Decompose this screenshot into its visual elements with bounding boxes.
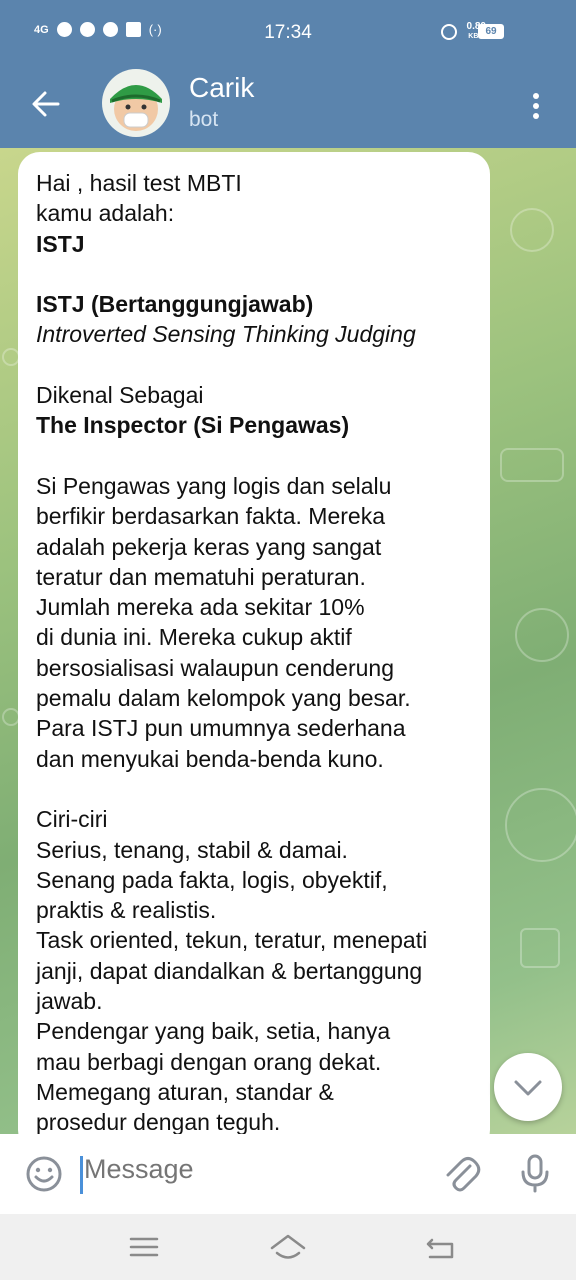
emoji-icon[interactable] [24, 1154, 64, 1194]
chat-title[interactable]: Carik [189, 72, 254, 104]
trait-item: Senang pada fakta, logis, obyektif, prak… [36, 866, 388, 924]
background-doodle [505, 788, 576, 862]
chevron-down-icon [514, 1080, 542, 1096]
known-as-value: The Inspector (Si Pengawas) [36, 412, 350, 439]
attach-icon[interactable] [440, 1152, 482, 1194]
message-bubble: Hai , hasil test MBTI kamu adalah: ISTJ … [18, 152, 490, 1152]
back-arrow-icon[interactable] [28, 86, 64, 122]
text-cursor [80, 1156, 83, 1194]
mbti-type-code: ISTJ [36, 230, 85, 257]
greeting-text: Hai , hasil test MBTI kamu adalah: [36, 170, 242, 227]
chat-subtitle: bot [189, 108, 219, 131]
scroll-down-button[interactable] [494, 1053, 562, 1121]
nav-back-icon[interactable] [422, 1232, 458, 1262]
trait-item: Serius, tenang, stabil & damai. [36, 836, 348, 863]
background-doodle [510, 208, 554, 252]
avatar-image [110, 85, 162, 131]
message-composer [0, 1134, 576, 1214]
message-input[interactable] [84, 1154, 424, 1185]
traits-heading: Ciri-ciri [36, 806, 108, 833]
mbti-type-heading: ISTJ (Bertanggungjawab) [36, 291, 314, 318]
background-doodle [515, 608, 569, 662]
background-doodle [520, 928, 560, 968]
chat-header: Carik bot [0, 66, 576, 148]
system-nav-bar [0, 1214, 576, 1280]
trait-item: Memegang aturan, standar & prosedur deng… [36, 1078, 334, 1136]
background-doodle [500, 448, 564, 482]
status-bar: 4G (·) 17:34 0.80 KB/s 69 [0, 0, 576, 66]
mic-icon[interactable] [514, 1152, 556, 1194]
trait-item: Task oriented, tekun, teratur, menepati … [36, 927, 428, 1015]
nav-menu-icon[interactable] [126, 1232, 162, 1262]
mbti-type-expansion: Introverted Sensing Thinking Judging [36, 321, 416, 348]
trait-item: Pendengar yang baik, setia, hanya mau be… [36, 1018, 391, 1075]
known-as-label: Dikenal Sebagai [36, 382, 204, 409]
description-text: Si Pengawas yang logis dan selalu berfik… [36, 472, 411, 772]
bot-avatar[interactable] [102, 69, 170, 137]
alarm-icon [440, 23, 457, 40]
nav-home-icon[interactable] [270, 1232, 306, 1262]
more-vertical-icon[interactable] [518, 88, 554, 124]
battery-level: 69 [478, 24, 504, 39]
